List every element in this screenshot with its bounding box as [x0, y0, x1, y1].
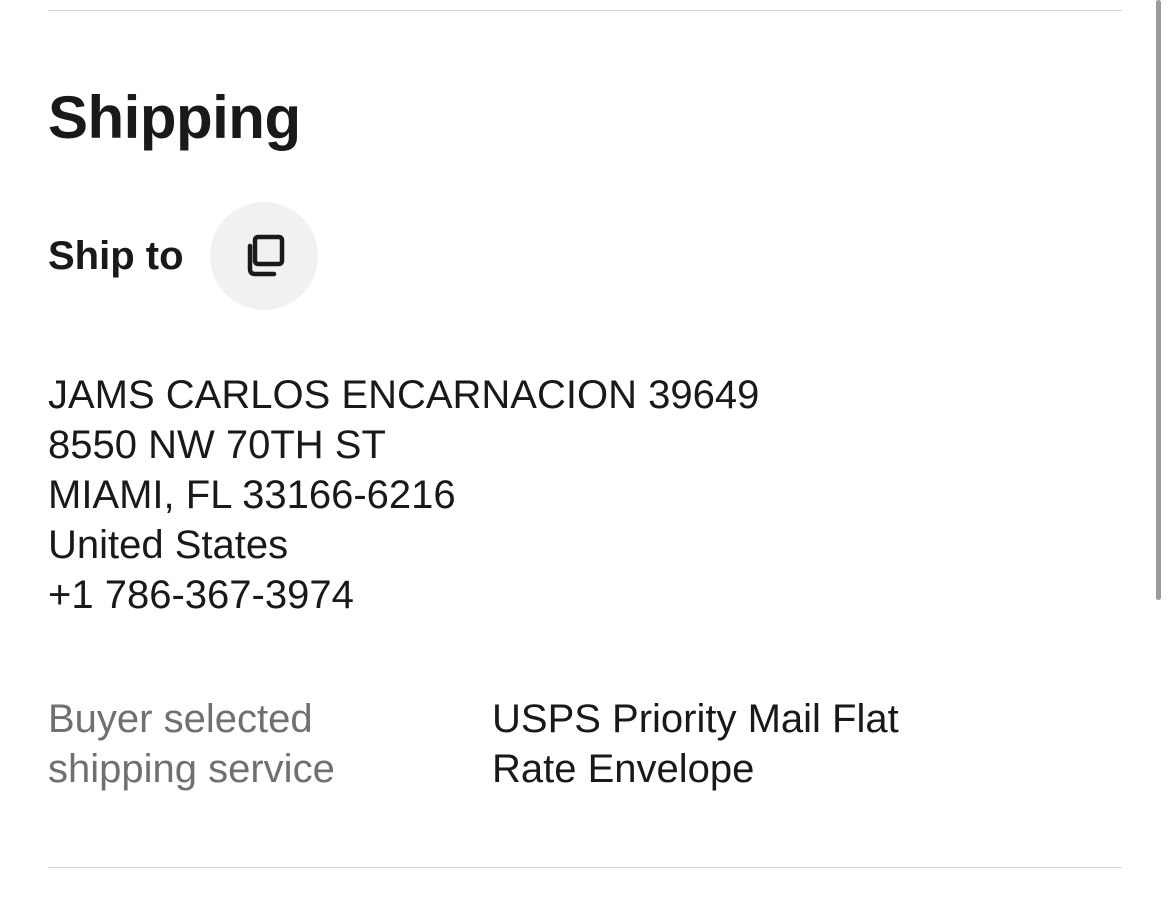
address-phone: +1 786-367-3974	[48, 573, 354, 617]
shipping-service-label: Buyer selected shipping service	[48, 697, 335, 791]
shipping-section-title: Shipping	[48, 84, 301, 151]
ship-to-row: Ship to	[48, 202, 318, 310]
address-name: JAMS CARLOS ENCARNACION 39649	[48, 373, 760, 417]
ship-to-label: Ship to	[48, 234, 184, 278]
ship-to-address: JAMS CARLOS ENCARNACION 39649 8550 NW 70…	[48, 370, 759, 620]
copy-icon	[247, 234, 284, 277]
address-country: United States	[48, 523, 289, 567]
top-divider	[48, 10, 1122, 11]
shipping-service-value: USPS Priority Mail Flat Rate Envelope	[492, 697, 899, 791]
address-city-state-zip: MIAMI, FL 33166-6216	[48, 473, 456, 517]
copy-address-button[interactable]	[209, 202, 318, 310]
bottom-divider	[48, 867, 1122, 868]
vertical-scrollbar[interactable]	[1156, 0, 1161, 600]
address-street: 8550 NW 70TH ST	[48, 423, 386, 467]
